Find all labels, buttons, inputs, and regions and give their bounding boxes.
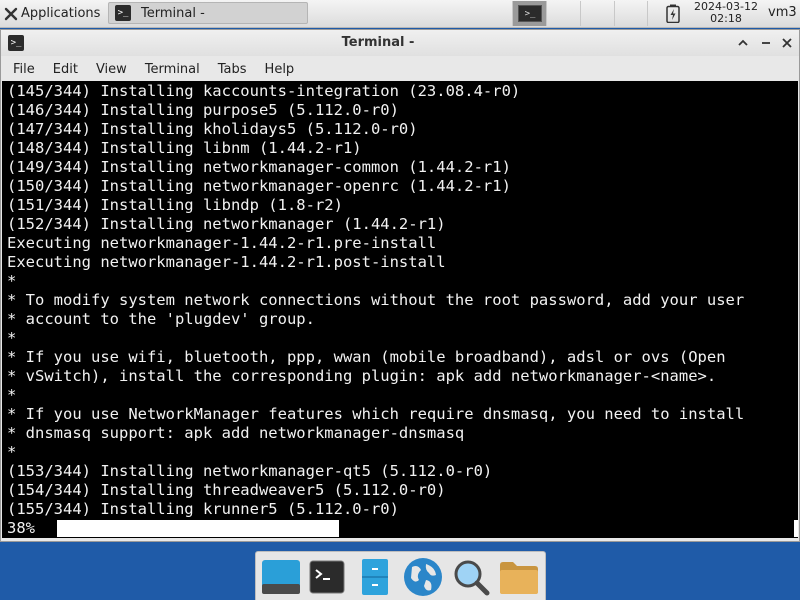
- dock: [255, 551, 546, 600]
- terminal-line: (146/344) Installing purpose5 (5.112.0-r…: [7, 101, 399, 119]
- window-titlebar[interactable]: >_ Terminal -: [1, 30, 799, 56]
- menu-edit[interactable]: Edit: [46, 62, 85, 77]
- workspace-1[interactable]: >_: [512, 1, 546, 26]
- menu-terminal[interactable]: Terminal: [138, 62, 207, 77]
- clock[interactable]: 2024-03-12 02:18: [690, 1, 762, 25]
- menu-bar: File Edit View Terminal Tabs Help: [1, 57, 799, 81]
- terminal-line: * If you use wifi, bluetooth, ppp, wwan …: [7, 348, 726, 366]
- workspace-4[interactable]: [614, 1, 648, 26]
- clock-time: 02:18: [710, 12, 742, 25]
- terminal-line: Executing networkmanager-1.44.2-r1.post-…: [7, 253, 446, 271]
- taskbar-terminal-label: Terminal -: [141, 5, 205, 21]
- terminal-line: (155/344) Installing krunner5 (5.112.0-r…: [7, 500, 399, 518]
- terminal-line: (153/344) Installing networkmanager-qt5 …: [7, 462, 493, 480]
- app-finder-launcher[interactable]: [449, 555, 493, 599]
- menu-file[interactable]: File: [6, 62, 42, 77]
- battery-icon[interactable]: [664, 4, 682, 23]
- progress-fill: [57, 520, 339, 537]
- progress-percent: 38%: [7, 519, 35, 537]
- web-browser-launcher[interactable]: [401, 555, 445, 599]
- terminal-icon: >_: [115, 5, 131, 21]
- maximize-up-icon[interactable]: [734, 34, 752, 52]
- terminal-line: *: [7, 329, 17, 347]
- terminal-line: (151/344) Installing libndp (1.8-r2): [7, 196, 343, 214]
- terminal-launcher[interactable]: [305, 555, 349, 599]
- terminal-line: * account to the 'plugdev' group.: [7, 310, 315, 328]
- menu-view[interactable]: View: [89, 62, 134, 77]
- top-panel: Applications >_ Terminal - >_ 2024-03-12…: [0, 0, 800, 28]
- progress-track: [57, 520, 798, 537]
- terminal-line: *: [7, 386, 17, 404]
- applications-label: Applications: [21, 6, 101, 21]
- terminal-window: >_ Terminal - File Edit View Terminal Ta…: [0, 29, 800, 542]
- terminal-line: (150/344) Installing networkmanager-open…: [7, 177, 511, 195]
- terminal-line: Executing networkmanager-1.44.2-r1.pre-i…: [7, 234, 437, 252]
- terminal-line: (148/344) Installing libnm (1.44.2-r1): [7, 139, 362, 157]
- terminal-line: *: [7, 443, 17, 461]
- terminal-line: (149/344) Installing networkmanager-comm…: [7, 158, 511, 176]
- show-desktop-button[interactable]: [259, 555, 303, 599]
- workspace-2[interactable]: [546, 1, 580, 26]
- file-manager-launcher[interactable]: [353, 555, 397, 599]
- terminal-icon: [309, 560, 345, 594]
- terminal-line: * vSwitch), install the corresponding pl…: [7, 367, 717, 385]
- home-folder-launcher[interactable]: [497, 555, 541, 599]
- terminal-line: (145/344) Installing kaccounts-integrati…: [7, 82, 521, 100]
- install-progress: 38%: [2, 519, 798, 538]
- workspace-window-thumbnail: >_: [518, 5, 542, 22]
- menu-tabs[interactable]: Tabs: [211, 62, 254, 77]
- terminal-area[interactable]: (145/344) Installing kaccounts-integrati…: [2, 81, 798, 538]
- terminal-line: (154/344) Installing threadweaver5 (5.11…: [7, 481, 446, 499]
- workspace-3[interactable]: [580, 1, 614, 26]
- folder-icon: [500, 562, 538, 594]
- show-desktop-icon: [262, 560, 300, 594]
- xfce-logo-icon: [3, 6, 19, 22]
- terminal-line: (152/344) Installing networkmanager (1.4…: [7, 215, 446, 233]
- file-cabinet-icon: [362, 559, 388, 595]
- taskbar-terminal-button[interactable]: >_ Terminal -: [108, 2, 308, 24]
- terminal-line: *: [7, 272, 17, 290]
- terminal-output: (145/344) Installing kaccounts-integrati…: [7, 82, 744, 519]
- minimize-icon[interactable]: [757, 34, 775, 52]
- close-icon[interactable]: [778, 34, 796, 52]
- terminal-line: (147/344) Installing kholidays5 (5.112.0…: [7, 120, 418, 138]
- progress-end-marker: [794, 520, 798, 537]
- window-title: Terminal -: [341, 35, 415, 50]
- menu-help[interactable]: Help: [258, 62, 302, 77]
- terminal-line: * To modify system network connections w…: [7, 291, 745, 309]
- magnifier-icon: [454, 560, 490, 596]
- terminal-line: * dnsmasq support: apk add networkmanage…: [7, 424, 465, 442]
- globe-icon: [404, 558, 442, 596]
- user-label[interactable]: vm3: [768, 0, 797, 27]
- terminal-line: * If you use NetworkManager features whi…: [7, 405, 745, 423]
- applications-menu-button[interactable]: Applications: [0, 0, 100, 27]
